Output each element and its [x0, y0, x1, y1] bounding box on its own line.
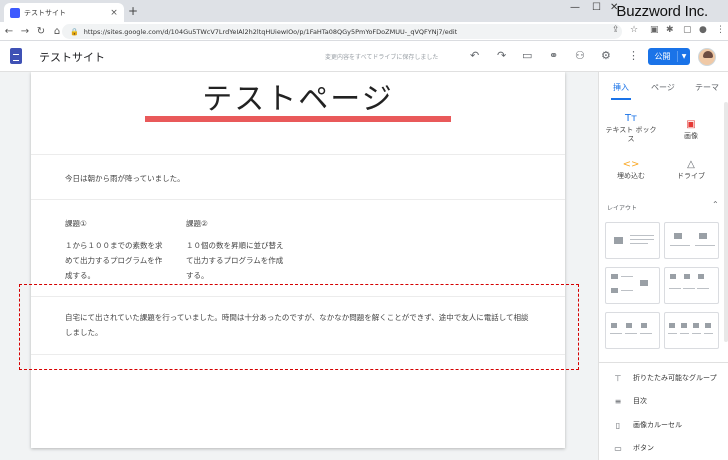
publish-label[interactable]: 公開 — [648, 51, 678, 62]
insert-label: ドライブ — [677, 172, 705, 180]
section-divider — [31, 154, 565, 155]
watermark-logo: Buzzword Inc. — [616, 3, 708, 20]
settings-gear-icon[interactable]: ⚙ — [601, 49, 611, 62]
text-box-icon: Tт — [625, 113, 637, 124]
avatar[interactable] — [698, 48, 716, 66]
image-carousel-icon: ▯ — [615, 420, 621, 430]
button-item[interactable]: ▭ ボタン — [612, 443, 654, 453]
chevron-up-icon[interactable]: ⌃ — [712, 200, 719, 209]
column-body: １から１００までの素数を求めて出力するプログラムを作成する。 — [65, 241, 163, 280]
url-text: https://sites.google.com/d/104Gu5TWcV7Lr… — [83, 27, 458, 36]
address-bar-row: ← → ↻ ⌂ 🔒 https://sites.google.com/d/104… — [0, 22, 728, 41]
insert-image[interactable]: ▣ 画像 — [663, 120, 719, 141]
page-title[interactable]: テストページ — [31, 74, 565, 118]
share-user-icon[interactable]: ⚇ — [575, 49, 585, 62]
extension-icon[interactable]: ▣ — [650, 25, 659, 35]
lock-icon: 🔒 — [70, 27, 79, 36]
tab-title: テストサイト — [24, 8, 66, 17]
bookmark-star-icon[interactable]: ☆ — [630, 25, 638, 35]
insert-drive[interactable]: △ ドライブ — [663, 160, 719, 181]
component-label: 折りたたみ可能なグループ — [633, 374, 717, 382]
publish-button[interactable]: 公開 ▼ — [648, 48, 690, 65]
insert-label: テキスト ボックス — [605, 126, 657, 143]
layout-thumbnail[interactable] — [664, 267, 719, 304]
image-carousel-item[interactable]: ▯ 画像カルーセル — [612, 420, 682, 430]
insert-text-box[interactable]: Tт テキスト ボックス — [603, 114, 659, 144]
forward-icon[interactable]: → — [18, 26, 32, 37]
sites-logo-icon[interactable] — [10, 48, 22, 64]
drive-icon: △ — [687, 159, 695, 170]
insert-panel: 挿入 ページ テーマ Tт テキスト ボックス ▣ 画像 <> 埋め込む △ ド… — [598, 72, 728, 460]
sidepanel-icon[interactable]: ▢ — [683, 25, 692, 35]
section-divider — [31, 199, 565, 200]
reload-icon[interactable]: ↻ — [34, 26, 48, 37]
browser-menu-icon[interactable]: ⋮ — [716, 25, 725, 35]
component-label: 画像カルーセル — [633, 421, 682, 429]
column-2[interactable]: 課題② １０個の数を昇順に並び替えて出力するプログラムを作成する。 — [186, 216, 286, 283]
panel-scrollbar[interactable] — [724, 102, 728, 342]
layout-thumbnail[interactable] — [664, 222, 719, 259]
layouts-heading: レイアウト — [607, 205, 638, 212]
table-of-contents-item[interactable]: ≡ 目次 — [612, 396, 647, 406]
collapsible-group-item[interactable]: ⊤ 折りたたみ可能なグループ — [612, 373, 717, 383]
column-1[interactable]: 課題① １から１００までの素数を求めて出力するプログラムを作成する。 — [65, 216, 165, 283]
column-body: １０個の数を昇順に並び替えて出力するプログラムを作成する。 — [186, 241, 284, 280]
image-icon: ▣ — [686, 119, 696, 130]
highlight-box — [19, 284, 579, 370]
publish-dropdown-icon[interactable]: ▼ — [678, 53, 690, 60]
share-icon[interactable]: ⇪ — [612, 25, 620, 35]
redo-icon[interactable]: ↷ — [497, 49, 506, 62]
layout-thumbnail[interactable] — [605, 222, 660, 259]
maximize-icon[interactable]: ☐ — [592, 2, 601, 13]
minimize-icon[interactable]: — — [570, 2, 580, 13]
active-tab-indicator — [611, 98, 631, 100]
title-underline — [145, 116, 451, 122]
link-icon[interactable]: ⚭ — [549, 49, 558, 62]
url-field[interactable]: 🔒 https://sites.google.com/d/104Gu5TWcV7… — [62, 24, 622, 39]
page-surface: テストページ 今日は朝から雨が降っていました。 課題① １から１００までの素数を… — [31, 72, 565, 448]
table-of-contents-icon: ≡ — [614, 396, 622, 406]
column-heading: 課題① — [65, 219, 87, 228]
preview-icon[interactable]: ▭ — [522, 49, 532, 62]
new-tab-button[interactable]: + — [128, 4, 138, 18]
tab-close-icon[interactable]: × — [108, 8, 120, 18]
back-icon[interactable]: ← — [2, 26, 16, 37]
insert-embed[interactable]: <> 埋め込む — [603, 160, 659, 181]
layout-thumbnail[interactable] — [605, 267, 660, 304]
sites-toolbar: テストサイト 変更内容をすべてドライブに保存しました ↶ ↷ ▭ ⚭ ⚇ ⚙ ⋮… — [0, 41, 728, 72]
button-icon: ▭ — [614, 443, 622, 453]
component-label: ボタン — [633, 444, 654, 452]
profile-icon[interactable]: ● — [699, 25, 707, 35]
embed-icon: <> — [622, 159, 640, 170]
site-name[interactable]: テストサイト — [39, 49, 105, 65]
puzzle-icon[interactable]: ✱ — [666, 25, 674, 35]
save-status: 変更内容をすべてドライブに保存しました — [325, 54, 439, 61]
layout-thumbnail[interactable] — [664, 312, 719, 349]
browser-tab-bar: テストサイト × + — ☐ ✕ Buzzword Inc. — [0, 0, 728, 22]
insert-label: 画像 — [684, 132, 698, 140]
sites-favicon-icon — [10, 7, 20, 18]
panel-divider — [599, 362, 728, 363]
editor-canvas: テストページ 今日は朝から雨が降っていました。 課題① １から１００までの素数を… — [0, 72, 598, 460]
tab-pages[interactable]: ページ — [651, 82, 675, 93]
undo-icon[interactable]: ↶ — [470, 49, 479, 62]
tab-themes[interactable]: テーマ — [695, 82, 719, 93]
browser-tab[interactable]: テストサイト × — [4, 3, 124, 22]
component-label: 目次 — [633, 397, 647, 405]
tab-insert[interactable]: 挿入 — [613, 82, 629, 93]
layout-thumbnail[interactable] — [605, 312, 660, 349]
column-heading: 課題② — [186, 219, 208, 228]
collapsible-group-icon: ⊤ — [614, 373, 622, 383]
panel-tabs: 挿入 ページ テーマ — [599, 72, 728, 100]
insert-label: 埋め込む — [617, 172, 645, 180]
more-options-icon[interactable]: ⋮ — [628, 49, 639, 62]
intro-paragraph[interactable]: 今日は朝から雨が降っていました。 — [65, 171, 185, 186]
